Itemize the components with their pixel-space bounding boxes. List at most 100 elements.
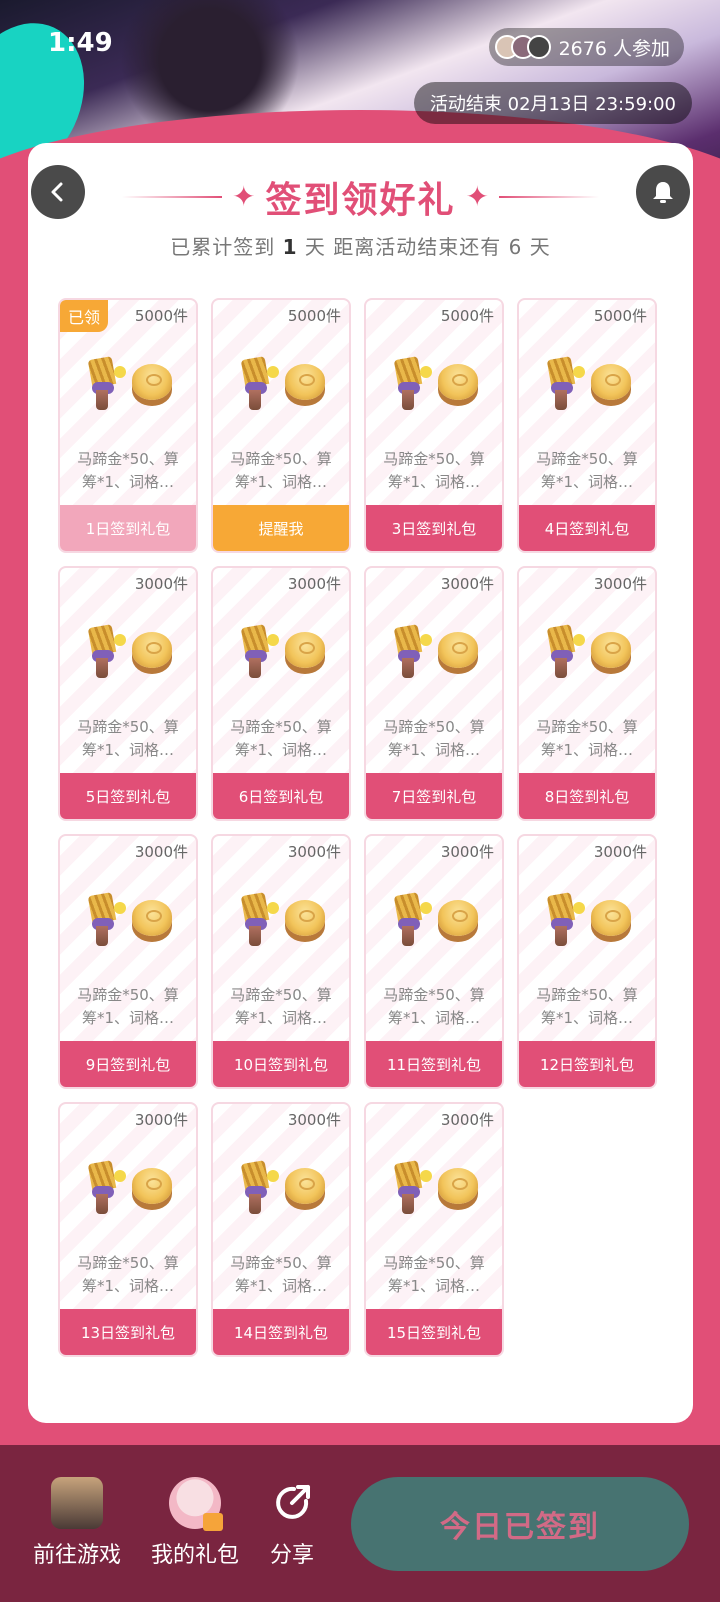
gift-items [213, 356, 349, 410]
participants-count: 2676 人参加 [558, 37, 670, 60]
gold-ingot-icon [438, 900, 478, 936]
tally-sticks-icon [237, 892, 279, 946]
gift-items [60, 1160, 196, 1214]
gift-claim-button[interactable]: 7日签到礼包 [366, 773, 502, 819]
gift-description: 马蹄金*50、算筹*1、词格… [383, 718, 485, 759]
gift-grid: 已领 5000件 马蹄金*50、算筹*1、词格… 1日签到礼包 5000件 马蹄金*5… [58, 298, 670, 1357]
tally-sticks-icon [84, 356, 126, 410]
gift-claim-button[interactable]: 11日签到礼包 [366, 1041, 502, 1087]
title-divider-left [122, 196, 223, 198]
claimed-tag: 已领 [60, 300, 109, 332]
tally-sticks-icon [84, 892, 126, 946]
gold-ingot-icon [285, 900, 325, 936]
gold-ingot-icon [132, 1168, 172, 1204]
gift-claim-button[interactable]: 3日签到礼包 [366, 505, 502, 551]
gift-description: 马蹄金*50、算筹*1、词格… [77, 1254, 179, 1295]
summary-suffix: 天 距离活动结束还有 6 天 [304, 235, 551, 259]
gold-ingot-icon [285, 632, 325, 668]
gift-claim-button[interactable]: 4日签到礼包 [519, 505, 655, 551]
gift-card: 3000件 马蹄金*50、算筹*1、词格… 14日签到礼包 [211, 1102, 351, 1357]
gift-items [213, 892, 349, 946]
gift-description: 马蹄金*50、算筹*1、词格… [230, 986, 332, 1027]
gift-description: 马蹄金*50、算筹*1、词格… [77, 986, 179, 1027]
summary-prefix: 已累计签到 [170, 235, 276, 259]
gift-items [60, 624, 196, 678]
gift-claim-button[interactable]: 12日签到礼包 [519, 1041, 655, 1087]
gold-ingot-icon [591, 632, 631, 668]
gift-card: 3000件 马蹄金*50、算筹*1、词格… 13日签到礼包 [58, 1102, 198, 1357]
title-divider-right [498, 196, 599, 198]
gold-ingot-icon [285, 1168, 325, 1204]
stock-count: 3000件 [287, 575, 341, 593]
gift-items [366, 1160, 502, 1214]
gift-claim-button[interactable]: 8日签到礼包 [519, 773, 655, 819]
title-row: ✦ 签到领好礼 ✦ [28, 171, 693, 223]
gift-description: 马蹄金*50、算筹*1、词格… [77, 718, 179, 759]
checkin-card: ✦ 签到领好礼 ✦ 已累计签到 1 天 距离活动结束还有 6 天 已领 5000件… [28, 143, 693, 1423]
tally-sticks-icon [543, 892, 585, 946]
stock-count: 3000件 [440, 575, 494, 593]
gold-ingot-icon [591, 900, 631, 936]
stock-count: 3000件 [440, 843, 494, 861]
gift-claim-button[interactable]: 9日签到礼包 [60, 1041, 196, 1087]
gift-card: 3000件 马蹄金*50、算筹*1、词格… 15日签到礼包 [364, 1102, 504, 1357]
gift-card: 3000件 马蹄金*50、算筹*1、词格… 11日签到礼包 [364, 834, 504, 1089]
stock-count: 3000件 [134, 1111, 188, 1129]
gift-claim-button[interactable]: 1日签到礼包 [60, 505, 196, 551]
gift-claim-button[interactable]: 10日签到礼包 [213, 1041, 349, 1087]
checked-in-button[interactable]: 今日已签到 [351, 1477, 689, 1571]
gift-description: 马蹄金*50、算筹*1、词格… [536, 986, 638, 1027]
gold-ingot-icon [438, 1168, 478, 1204]
gift-claim-button[interactable]: 13日签到礼包 [60, 1309, 196, 1355]
gift-card: 已领 5000件 马蹄金*50、算筹*1、词格… 1日签到礼包 [58, 298, 198, 553]
gift-claim-button[interactable]: 6日签到礼包 [213, 773, 349, 819]
gift-items [60, 892, 196, 946]
summary-days: 1 [282, 235, 298, 259]
gold-ingot-icon [591, 364, 631, 400]
tally-sticks-icon [390, 892, 432, 946]
share-icon [266, 1477, 318, 1529]
go-game-label: 前往游戏 [32, 1543, 121, 1568]
tally-sticks-icon [543, 356, 585, 410]
my-gifts-label: 我的礼包 [150, 1543, 239, 1568]
participants-badge: 2676 人参加 [488, 28, 684, 66]
stock-count: 3000件 [287, 1111, 341, 1129]
gold-ingot-icon [438, 632, 478, 668]
bottom-bar: 前往游戏 我的礼包 分享 今日已签到 [0, 1445, 720, 1602]
tally-sticks-icon [390, 1160, 432, 1214]
gold-ingot-icon [132, 900, 172, 936]
gift-card: 5000件 马蹄金*50、算筹*1、词格… 提醒我 [211, 298, 351, 553]
share-button[interactable]: 分享 [237, 1477, 347, 1569]
gift-claim-button[interactable]: 提醒我 [213, 505, 349, 551]
stock-count: 3000件 [593, 843, 647, 861]
page-title: 签到领好礼 [265, 180, 456, 221]
gift-description: 马蹄金*50、算筹*1、词格… [536, 718, 638, 759]
gift-claim-button[interactable]: 14日签到礼包 [213, 1309, 349, 1355]
stock-count: 5000件 [593, 307, 647, 325]
stock-count: 5000件 [440, 307, 494, 325]
deadline-badge: 活动结束 02月13日 23:59:00 [413, 82, 692, 124]
sparkle-icon: ✦ [232, 180, 256, 213]
my-gifts-button[interactable]: 我的礼包 [140, 1477, 250, 1569]
tally-sticks-icon [84, 624, 126, 678]
gift-description: 马蹄金*50、算筹*1、词格… [77, 450, 179, 491]
gift-card: 3000件 马蹄金*50、算筹*1、词格… 6日签到礼包 [211, 566, 351, 821]
gift-items [519, 892, 655, 946]
gift-items [519, 356, 655, 410]
gift-claim-button[interactable]: 5日签到礼包 [60, 773, 196, 819]
gift-card: 3000件 马蹄金*50、算筹*1、词格… 5日签到礼包 [58, 566, 198, 821]
gift-avatar-icon [169, 1477, 223, 1531]
gift-claim-button[interactable]: 15日签到礼包 [366, 1309, 502, 1355]
status-time: 1:49 [48, 28, 113, 58]
gift-description: 马蹄金*50、算筹*1、词格… [230, 718, 332, 759]
share-label: 分享 [269, 1543, 314, 1568]
gift-items [60, 356, 196, 410]
stock-count: 3000件 [287, 843, 341, 861]
gift-description: 马蹄金*50、算筹*1、词格… [536, 450, 638, 491]
gift-card: 5000件 马蹄金*50、算筹*1、词格… 4日签到礼包 [517, 298, 657, 553]
gift-description: 马蹄金*50、算筹*1、词格… [383, 1254, 485, 1295]
checkin-summary: 已累计签到 1 天 距离活动结束还有 6 天 [28, 231, 693, 260]
game-icon [51, 1477, 103, 1529]
go-game-button[interactable]: 前往游戏 [22, 1477, 132, 1569]
gift-items [519, 624, 655, 678]
